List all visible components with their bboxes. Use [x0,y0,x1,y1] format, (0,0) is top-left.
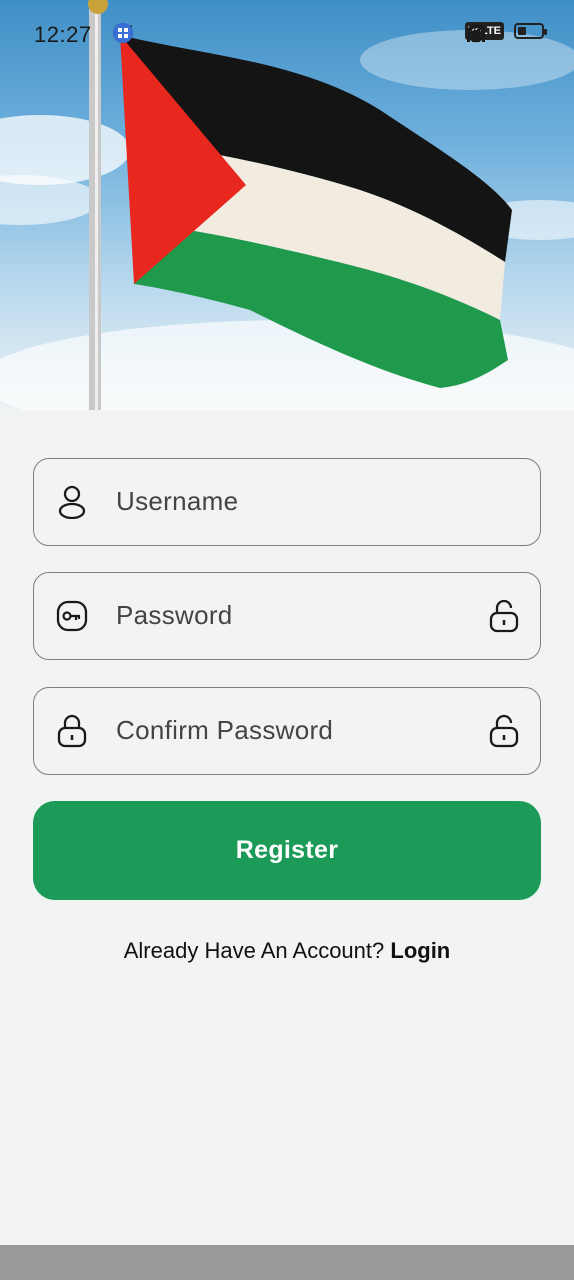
login-prompt-text: Already Have An Account? [123,938,385,963]
signal-2-icon [466,25,485,42]
system-navigation-bar [0,1245,574,1280]
unlock-icon[interactable] [488,714,520,748]
lock-icon [57,714,87,748]
hero-flag-image: 12:27 f VoL [0,0,574,410]
key-icon [56,600,88,632]
username-field[interactable]: Username [33,458,541,546]
confirm-password-field[interactable]: Confirm Password [33,687,541,775]
register-button[interactable]: Register [33,801,541,900]
status-time: 12:27 [34,22,92,47]
password-placeholder: Password [116,600,233,630]
unlock-icon[interactable] [488,599,520,633]
username-placeholder: Username [116,486,239,516]
user-icon [58,485,86,519]
confirm-password-placeholder: Confirm Password [116,715,334,745]
password-field[interactable]: Password [33,572,541,660]
status-bar: 12:27 f VoL [0,0,574,70]
login-link[interactable]: Login [390,938,450,963]
app-grid-icon [113,23,133,43]
login-prompt: Already Have An Account? Login [0,938,574,964]
battery-icon [514,23,547,39]
